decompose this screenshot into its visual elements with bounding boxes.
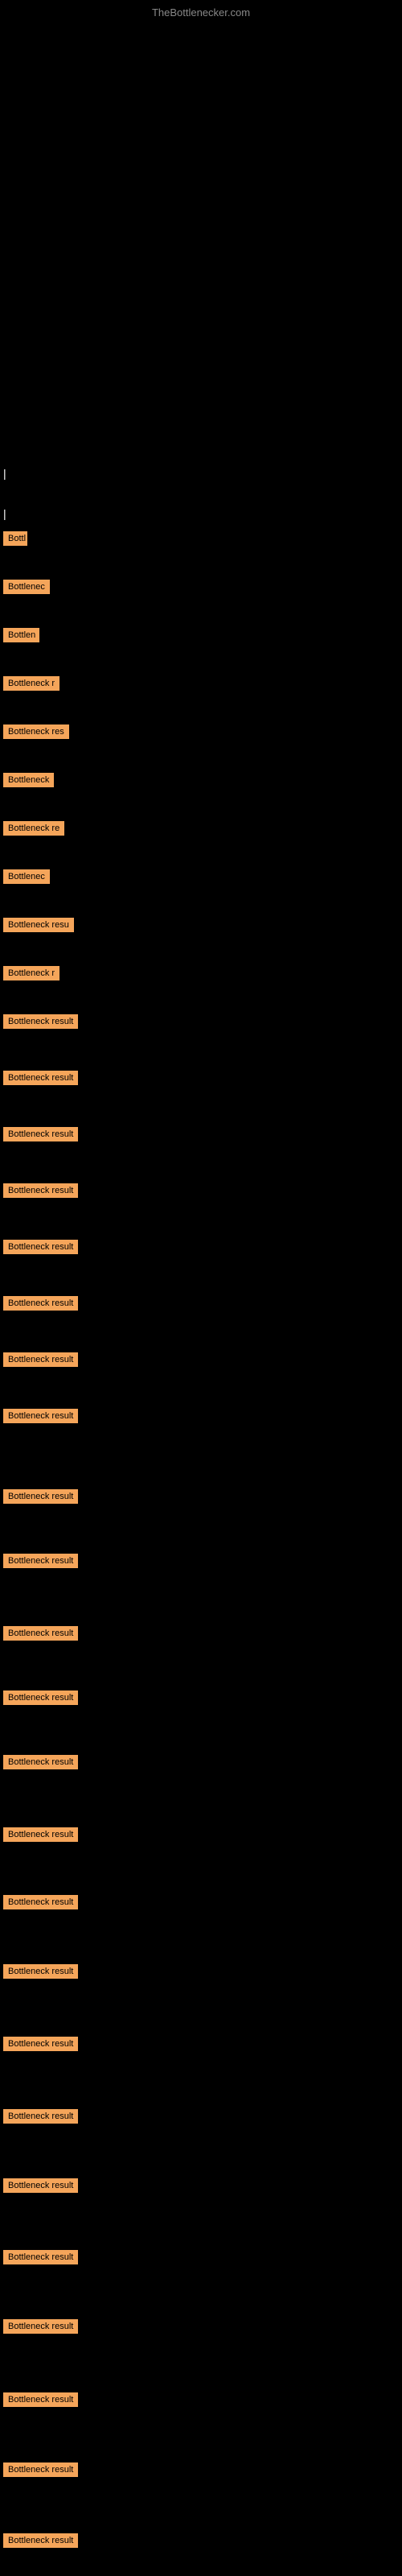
bottleneck-badge-30: Bottleneck result bbox=[3, 2250, 78, 2264]
bottleneck-badge-16: Bottleneck result bbox=[3, 1296, 78, 1311]
bottleneck-item-28: Bottleneck result bbox=[3, 2109, 78, 2128]
bottleneck-badge-18: Bottleneck result bbox=[3, 1409, 78, 1423]
bottleneck-badge-1: Bottl bbox=[3, 531, 27, 546]
bottleneck-item-21: Bottleneck result bbox=[3, 1626, 78, 1645]
bottleneck-badge-32: Bottleneck result bbox=[3, 2392, 78, 2407]
bottleneck-item-31: Bottleneck result bbox=[3, 2319, 78, 2338]
bottleneck-badge-11: Bottleneck result bbox=[3, 1014, 78, 1029]
bottleneck-badge-15: Bottleneck result bbox=[3, 1240, 78, 1254]
bottleneck-item-9: Bottleneck resu bbox=[3, 918, 74, 936]
bottleneck-item-24: Bottleneck result bbox=[3, 1827, 78, 1846]
bottleneck-badge-7: Bottleneck re bbox=[3, 821, 64, 836]
bottleneck-badge-5: Bottleneck res bbox=[3, 724, 69, 739]
bottleneck-item-18: Bottleneck result bbox=[3, 1409, 78, 1427]
bottleneck-item-30: Bottleneck result bbox=[3, 2250, 78, 2268]
bottleneck-item-26: Bottleneck result bbox=[3, 1964, 78, 1983]
bottleneck-item-6: Bottleneck bbox=[3, 773, 54, 791]
bottleneck-item-1: Bottl bbox=[3, 531, 27, 550]
bottleneck-badge-21: Bottleneck result bbox=[3, 1626, 78, 1641]
cursor-line-1: | bbox=[3, 467, 6, 480]
bottleneck-badge-2: Bottlenec bbox=[3, 580, 50, 594]
bottleneck-badge-17: Bottleneck result bbox=[3, 1352, 78, 1367]
bottleneck-badge-28: Bottleneck result bbox=[3, 2109, 78, 2124]
bottleneck-badge-9: Bottleneck resu bbox=[3, 918, 74, 932]
bottleneck-item-14: Bottleneck result bbox=[3, 1183, 78, 1202]
bottleneck-badge-25: Bottleneck result bbox=[3, 1895, 78, 1909]
bottleneck-badge-26: Bottleneck result bbox=[3, 1964, 78, 1979]
bottleneck-item-8: Bottlenec bbox=[3, 869, 50, 888]
bottleneck-badge-4: Bottleneck r bbox=[3, 676, 59, 691]
bottleneck-item-20: Bottleneck result bbox=[3, 1554, 78, 1572]
bottleneck-item-4: Bottleneck r bbox=[3, 676, 59, 695]
bottleneck-item-29: Bottleneck result bbox=[3, 2178, 78, 2197]
bottleneck-badge-19: Bottleneck result bbox=[3, 1489, 78, 1504]
bottleneck-badge-6: Bottleneck bbox=[3, 773, 54, 787]
bottleneck-badge-8: Bottlenec bbox=[3, 869, 50, 884]
bottleneck-badge-33: Bottleneck result bbox=[3, 2462, 78, 2477]
bottleneck-badge-23: Bottleneck result bbox=[3, 1755, 78, 1769]
bottleneck-badge-20: Bottleneck result bbox=[3, 1554, 78, 1568]
bottleneck-item-17: Bottleneck result bbox=[3, 1352, 78, 1371]
bottleneck-item-23: Bottleneck result bbox=[3, 1755, 78, 1773]
bottleneck-item-3: Bottlen bbox=[3, 628, 39, 646]
bottleneck-badge-27: Bottleneck result bbox=[3, 2037, 78, 2051]
bottleneck-item-13: Bottleneck result bbox=[3, 1127, 78, 1146]
main-content: TheBottlenecker.com | | Bottl Bottlenec Bott… bbox=[0, 0, 402, 2576]
bottleneck-item-34: Bottleneck result bbox=[3, 2533, 78, 2552]
bottleneck-badge-24: Bottleneck result bbox=[3, 1827, 78, 1842]
bottleneck-badge-31: Bottleneck result bbox=[3, 2319, 78, 2334]
bottleneck-badge-34: Bottleneck result bbox=[3, 2533, 78, 2548]
bottleneck-item-22: Bottleneck result bbox=[3, 1690, 78, 1709]
bottleneck-item-33: Bottleneck result bbox=[3, 2462, 78, 2481]
bottleneck-item-15: Bottleneck result bbox=[3, 1240, 78, 1258]
bottleneck-badge-14: Bottleneck result bbox=[3, 1183, 78, 1198]
bottleneck-item-2: Bottlenec bbox=[3, 580, 50, 598]
bottleneck-item-10: Bottleneck r bbox=[3, 966, 59, 985]
bottleneck-badge-22: Bottleneck result bbox=[3, 1690, 78, 1705]
bottleneck-badge-3: Bottlen bbox=[3, 628, 39, 642]
bottleneck-item-7: Bottleneck re bbox=[3, 821, 64, 840]
bottleneck-item-11: Bottleneck result bbox=[3, 1014, 78, 1033]
bottleneck-badge-12: Bottleneck result bbox=[3, 1071, 78, 1085]
cursor-line-2: | bbox=[3, 507, 6, 520]
bottleneck-item-16: Bottleneck result bbox=[3, 1296, 78, 1315]
bottleneck-item-12: Bottleneck result bbox=[3, 1071, 78, 1089]
bottleneck-item-25: Bottleneck result bbox=[3, 1895, 78, 1913]
site-title: TheBottlenecker.com bbox=[0, 0, 402, 22]
bottleneck-item-32: Bottleneck result bbox=[3, 2392, 78, 2411]
bottleneck-badge-13: Bottleneck result bbox=[3, 1127, 78, 1141]
bottleneck-item-19: Bottleneck result bbox=[3, 1489, 78, 1508]
bottleneck-badge-10: Bottleneck r bbox=[3, 966, 59, 980]
bottleneck-item-5: Bottleneck res bbox=[3, 724, 69, 743]
bottleneck-item-27: Bottleneck result bbox=[3, 2037, 78, 2055]
bottleneck-badge-29: Bottleneck result bbox=[3, 2178, 78, 2193]
